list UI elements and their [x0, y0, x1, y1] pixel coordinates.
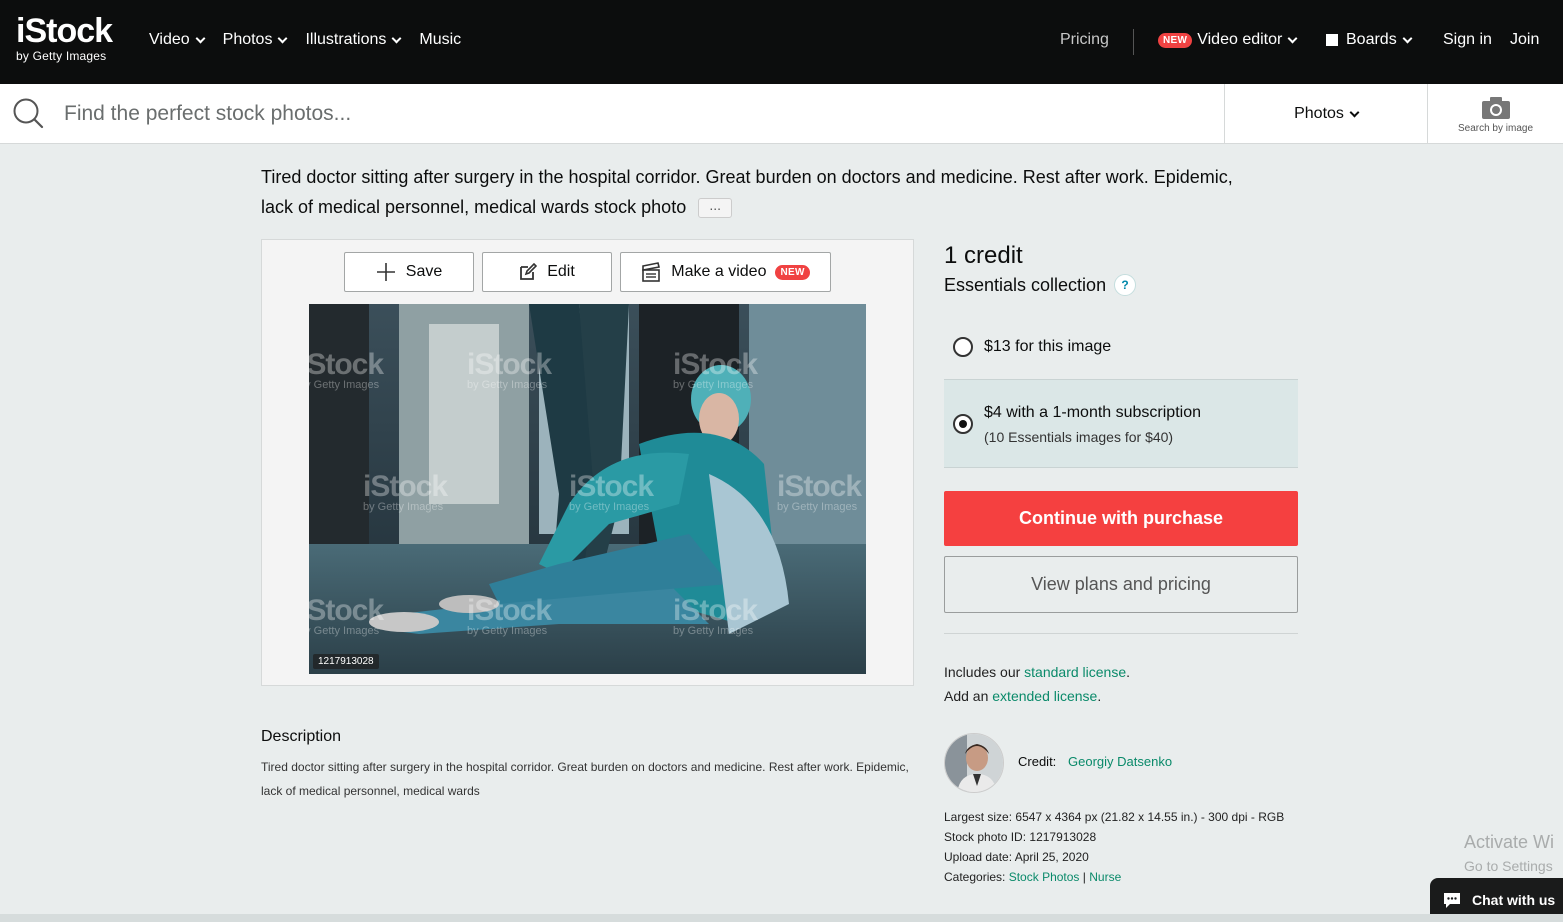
- nav-boards[interactable]: Boards: [1326, 31, 1413, 49]
- search-input[interactable]: [64, 96, 1204, 132]
- nav-pricing[interactable]: Pricing: [1060, 31, 1109, 49]
- price-option-single[interactable]: $13 for this image: [944, 320, 1298, 378]
- credit-label: Credit:: [1018, 754, 1057, 769]
- watermark: iStockby Getty Images: [569, 470, 654, 513]
- image-panel: Save Edit Make a video NEW Stock Getty I…: [261, 239, 914, 686]
- meta-largest-size: Largest size: 6547 x 4364 px (21.82 x 14…: [944, 810, 1285, 824]
- contributor-link[interactable]: Georgiy Datsenko: [1068, 754, 1172, 769]
- credit-price: 1 credit: [944, 242, 1023, 269]
- watermark: iStockby Getty Images: [309, 348, 384, 391]
- continue-purchase-button[interactable]: Continue with purchase: [944, 491, 1298, 546]
- nav-video-editor[interactable]: NEW Video editor: [1158, 31, 1298, 49]
- radio-subscription[interactable]: [953, 414, 973, 434]
- license-info: Includes our standard license.: [944, 664, 1131, 680]
- search-bar: Photos Search by image: [0, 84, 1563, 144]
- chevron-down-icon: [391, 33, 402, 43]
- new-badge: NEW: [775, 264, 810, 280]
- boards-icon: [1326, 34, 1338, 46]
- make-video-button[interactable]: Make a video NEW: [620, 252, 831, 292]
- top-navigation: iStock by Getty Images Video Photos Illu…: [0, 0, 1563, 84]
- price-option-subscription[interactable]: $4 with a 1-month subscription (10 Essen…: [944, 379, 1298, 468]
- meta-categories: Categories: Stock Photos | Nurse: [944, 870, 1122, 884]
- chevron-down-icon: [1287, 33, 1298, 43]
- collection-label: Essentials collection ?: [944, 274, 1137, 296]
- category-nurse-link[interactable]: Nurse: [1089, 870, 1121, 884]
- extended-license-link[interactable]: extended license: [992, 688, 1097, 704]
- chevron-down-icon: [1349, 107, 1360, 117]
- chevron-down-icon: [195, 33, 206, 43]
- watermark: iStockby Getty Images: [673, 594, 758, 637]
- istock-logo[interactable]: iStock by Getty Images: [16, 12, 113, 63]
- meta-stock-id: Stock photo ID: 1217913028: [944, 830, 1097, 844]
- chat-bubble-icon: [1444, 893, 1460, 908]
- avatar[interactable]: [944, 733, 1004, 793]
- extended-license-info: Add an extended license.: [944, 688, 1102, 704]
- nav-photos[interactable]: Photos: [223, 31, 288, 49]
- watermark: iStockby Getty Images: [363, 470, 448, 513]
- meta-upload-date: Upload date: April 25, 2020: [944, 850, 1089, 864]
- watermark: iStockby Getty Images: [777, 470, 862, 513]
- description-text: Tired doctor sitting after surgery in th…: [261, 760, 909, 798]
- help-icon[interactable]: ?: [1114, 274, 1137, 296]
- new-badge: NEW: [1158, 32, 1193, 48]
- main-nav: Video Photos Illustrations Music: [149, 31, 480, 49]
- contributor-avatar: [945, 734, 1003, 792]
- photo-id-tag: 1217913028: [313, 654, 379, 669]
- radio-single[interactable]: [953, 337, 973, 357]
- nav-music[interactable]: Music: [419, 31, 461, 49]
- logo-wordmark: iStock: [16, 12, 113, 50]
- view-plans-button[interactable]: View plans and pricing: [944, 556, 1298, 613]
- watermark: iStockby Getty Images: [309, 594, 384, 637]
- nav-sign-in[interactable]: Sign in: [1443, 31, 1492, 49]
- nav-video[interactable]: Video: [149, 31, 206, 49]
- media-type-select[interactable]: Photos: [1224, 84, 1427, 144]
- nav-illustrations[interactable]: Illustrations: [305, 31, 402, 49]
- nav-join[interactable]: Join: [1510, 31, 1539, 49]
- clapperboard-icon: [642, 262, 661, 282]
- edit-button[interactable]: Edit: [482, 252, 612, 292]
- nav-divider: [1133, 29, 1134, 55]
- page-title: Tired doctor sitting after surgery in th…: [261, 167, 1233, 219]
- page-bottom-strip: [0, 914, 1563, 922]
- category-stock-photos-link[interactable]: Stock Photos: [1009, 870, 1080, 884]
- watermark: iStockby Getty Images: [673, 348, 758, 391]
- more-keywords-button[interactable]: ...: [698, 198, 733, 219]
- plus-icon: [376, 263, 395, 281]
- edit-icon: [520, 263, 538, 280]
- windows-activation-notice: Activate Wi Go to Settings: [1464, 832, 1555, 874]
- divider: [944, 633, 1298, 634]
- search-by-image-button[interactable]: Search by image: [1427, 84, 1563, 144]
- logo-subtitle: by Getty Images: [16, 49, 107, 63]
- search-icon[interactable]: [12, 97, 44, 129]
- save-button[interactable]: Save: [344, 252, 474, 292]
- description-heading: Description: [261, 728, 342, 745]
- watermark: iStockby Getty Images: [467, 594, 552, 637]
- standard-license-link[interactable]: standard license: [1024, 664, 1126, 680]
- chevron-down-icon: [1402, 33, 1413, 43]
- chevron-down-icon: [278, 33, 288, 43]
- camera-icon: [1481, 97, 1510, 119]
- watermark: iStockby Getty Images: [467, 348, 552, 391]
- stock-photo[interactable]: iStockby Getty Images iStockby Getty Ima…: [309, 304, 866, 674]
